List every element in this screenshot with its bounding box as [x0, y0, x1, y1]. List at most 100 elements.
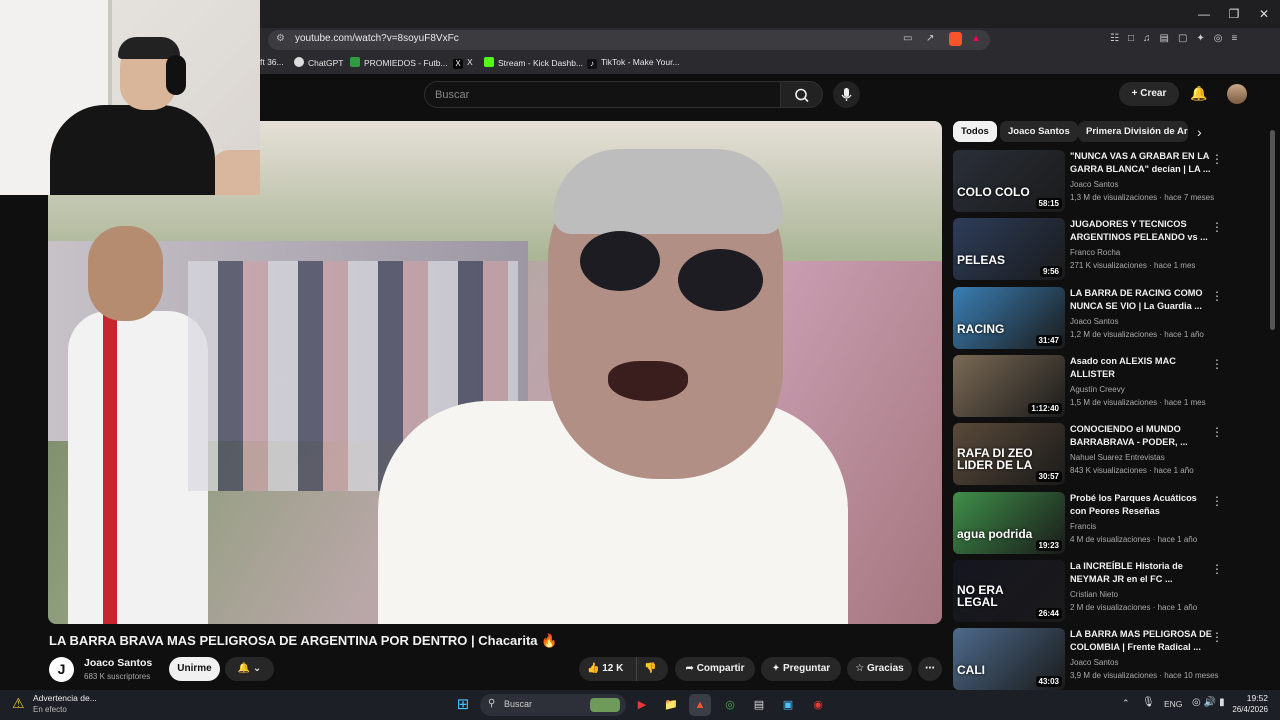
- related-video-card[interactable]: PELEAS 9:56 JUGADORES Y TECNICOS ARGENTINO…: [953, 218, 1268, 281]
- more-options-icon[interactable]: ⋮: [1211, 425, 1223, 439]
- channel-name[interactable]: Joaco Santos: [84, 657, 152, 669]
- related-video-card[interactable]: NO ERA LEGAL 26:44 La INCREÍBLE Historia d…: [953, 559, 1268, 622]
- video-thumbnail[interactable]: COLO COLO 58:15: [953, 150, 1065, 212]
- cast-icon[interactable]: ▭: [903, 33, 912, 44]
- related-video-title[interactable]: JUGADORES Y TECNICOS ARGENTINOS PELEANDO…: [1070, 218, 1212, 244]
- channel-avatar[interactable]: J: [49, 657, 74, 682]
- related-video-card[interactable]: RACING 31:47 LA BARRA DE RACING COMO NUNCA…: [953, 286, 1268, 349]
- more-options-icon[interactable]: ⋮: [1211, 630, 1223, 644]
- more-options-icon[interactable]: ⋮: [1211, 220, 1223, 234]
- scrollbar[interactable]: [1270, 130, 1275, 330]
- more-options-icon[interactable]: ⋮: [1211, 289, 1223, 303]
- brave-shield-icon[interactable]: [949, 32, 962, 46]
- related-channel-name[interactable]: Joaco Santos: [1070, 658, 1118, 667]
- related-channel-name[interactable]: Nahuel Suarez Entrevistas: [1070, 453, 1165, 462]
- related-channel-name[interactable]: Franco Rocha: [1070, 248, 1120, 257]
- related-video-title[interactable]: Asado con ALEXIS MAC ALLISTER: [1070, 355, 1212, 381]
- rewards-icon[interactable]: ▲: [971, 33, 981, 44]
- search-input[interactable]: Buscar: [424, 81, 781, 108]
- related-video-title[interactable]: LA BARRA MAS PELIGROSA DE COLOMBIA | Fre…: [1070, 628, 1212, 654]
- video-thumbnail[interactable]: CALI 43:03: [953, 628, 1065, 691]
- video-player[interactable]: [48, 121, 942, 624]
- chevron-right-icon[interactable]: ›: [1197, 124, 1202, 140]
- chip-channel[interactable]: Joaco Santos: [1000, 121, 1078, 142]
- more-options-icon[interactable]: ⋮: [1211, 357, 1223, 371]
- chatgpt-icon: [294, 57, 304, 67]
- related-channel-name[interactable]: Cristian Nieto: [1070, 590, 1118, 599]
- video-thumbnail[interactable]: 1:12:40: [953, 354, 1065, 417]
- windows-start-icon[interactable]: ⊞: [452, 694, 474, 716]
- site-settings-icon[interactable]: ⚙: [276, 33, 285, 44]
- chip-league[interactable]: Primera División de Arg: [1078, 121, 1188, 142]
- maximize-icon[interactable]: ❐: [1219, 4, 1249, 24]
- related-channel-name[interactable]: Francis: [1070, 522, 1096, 531]
- share-icon[interactable]: ↗: [926, 33, 934, 44]
- thumbnail-text: NO ERA LEGAL: [957, 582, 1004, 609]
- tray-chevron-icon[interactable]: ⌃: [1122, 698, 1130, 709]
- video-thumbnail[interactable]: PELEAS 9:56: [953, 218, 1065, 281]
- notification-title[interactable]: Advertencia de...: [33, 693, 97, 703]
- account-avatar[interactable]: [1227, 84, 1247, 104]
- bookmark-promiedos[interactable]: PROMIEDOS - Futb...: [350, 57, 448, 68]
- related-video-meta: 1,5 M de visualizaciones · hace 1 mes: [1070, 397, 1206, 407]
- app-icon-2[interactable]: ▣: [777, 694, 799, 716]
- like-button[interactable]: 👍 12 K: [587, 657, 623, 681]
- more-options-icon[interactable]: ⋮: [1211, 152, 1223, 166]
- youtube-app-icon[interactable]: ▶: [631, 694, 653, 716]
- related-video-card[interactable]: COLO COLO 58:15 "NUNCA VAS A GRABAR EN LA …: [953, 150, 1268, 212]
- bookmark-kick[interactable]: Stream - Kick Dashb...: [484, 57, 583, 68]
- video-thumbnail[interactable]: RAFA DI ZEO LIDER DE LA 30:57: [953, 423, 1065, 486]
- ask-button[interactable]: ✦ Preguntar: [761, 657, 841, 681]
- file-explorer-icon[interactable]: 📁: [660, 694, 682, 716]
- clock-time[interactable]: 19:52: [1228, 693, 1268, 703]
- related-video-title[interactable]: "NUNCA VAS A GRABAR EN LA GARRA BLANCA" …: [1070, 150, 1212, 176]
- dislike-button[interactable]: 👎: [644, 657, 656, 681]
- related-video-title[interactable]: Probé los Parques Acuáticos con Peores R…: [1070, 492, 1212, 518]
- minimize-icon[interactable]: —: [1189, 4, 1219, 24]
- sparkle-icon: ✦: [771, 663, 781, 674]
- related-video-card[interactable]: 1:12:40 Asado con ALEXIS MAC ALLISTER Agus…: [953, 354, 1268, 417]
- related-video-title[interactable]: CONOCIENDO el MUNDO BARRABRAVA - PODER, …: [1070, 423, 1212, 449]
- related-video-card[interactable]: CALI 43:03 LA BARRA MAS PELIGROSA DE COLOM…: [953, 628, 1268, 691]
- related-channel-name[interactable]: Agustín Creevy: [1070, 385, 1125, 394]
- notifications-bell-icon[interactable]: 🔔: [1190, 85, 1207, 102]
- microphone-tray-icon[interactable]: 🎙: [1142, 697, 1155, 708]
- bookmark-item[interactable]: ft 36...: [260, 57, 284, 67]
- related-video-card[interactable]: RAFA DI ZEO LIDER DE LA 30:57 CONOCIENDO e…: [953, 423, 1268, 486]
- related-video-title[interactable]: LA BARRA DE RACING COMO NUNCA SE VIO | L…: [1070, 287, 1212, 313]
- thumbnail-text: CALI: [957, 663, 985, 678]
- related-video-title[interactable]: La INCREÍBLE Historia de NEYMAR JR en el…: [1070, 560, 1212, 586]
- thumbs-up-icon: 👍: [587, 663, 600, 674]
- brave-browser-icon[interactable]: ▲: [689, 694, 711, 716]
- app-icon[interactable]: ▤: [748, 694, 770, 716]
- join-button[interactable]: Unirme: [169, 657, 220, 681]
- voice-search-button[interactable]: [833, 81, 860, 108]
- related-channel-name[interactable]: Joaco Santos: [1070, 317, 1118, 326]
- search-button[interactable]: [781, 81, 823, 108]
- video-thumbnail[interactable]: RACING 31:47: [953, 286, 1065, 349]
- more-options-icon[interactable]: ⋮: [1211, 494, 1223, 508]
- related-video-card[interactable]: agua podrida 19:23 Probé los Parques Acuát…: [953, 491, 1268, 554]
- chip-all[interactable]: Todos: [953, 121, 997, 142]
- recording-app-icon[interactable]: ◉: [807, 694, 829, 716]
- related-channel-name[interactable]: Joaco Santos: [1070, 180, 1118, 189]
- create-button[interactable]: + Crear: [1119, 82, 1179, 106]
- browser-toolbar-icons[interactable]: ☷□♫▤▢✦◎≡: [1110, 33, 1246, 44]
- video-thumbnail[interactable]: agua podrida 19:23: [953, 491, 1065, 554]
- share-button[interactable]: ➦ Compartir: [675, 657, 755, 681]
- search-icon: ⚲: [488, 698, 496, 709]
- clock-date[interactable]: 26/4/2026: [1218, 705, 1268, 714]
- bookmark-tiktok[interactable]: ♪ TikTok - Make Your...: [587, 57, 680, 69]
- video-thumbnail[interactable]: NO ERA LEGAL 26:44: [953, 559, 1065, 622]
- thanks-button[interactable]: ☆ Gracias: [847, 657, 912, 681]
- taskbar-search[interactable]: ⚲ Buscar: [480, 694, 626, 716]
- bookmark-x[interactable]: XX: [453, 57, 473, 69]
- url-text[interactable]: youtube.com/watch?v=8soyuF8VxFc: [295, 33, 459, 44]
- bookmark-chatgpt[interactable]: ChatGPT: [294, 57, 343, 68]
- close-icon[interactable]: ✕: [1249, 4, 1279, 24]
- subscribe-bell-button[interactable]: 🔔 ⌄: [225, 657, 274, 681]
- more-options-icon[interactable]: ⋮: [1211, 562, 1223, 576]
- language-indicator[interactable]: ENG: [1164, 699, 1182, 709]
- chrome-icon[interactable]: ◎: [719, 694, 741, 716]
- more-actions-button[interactable]: ⋯: [918, 657, 942, 681]
